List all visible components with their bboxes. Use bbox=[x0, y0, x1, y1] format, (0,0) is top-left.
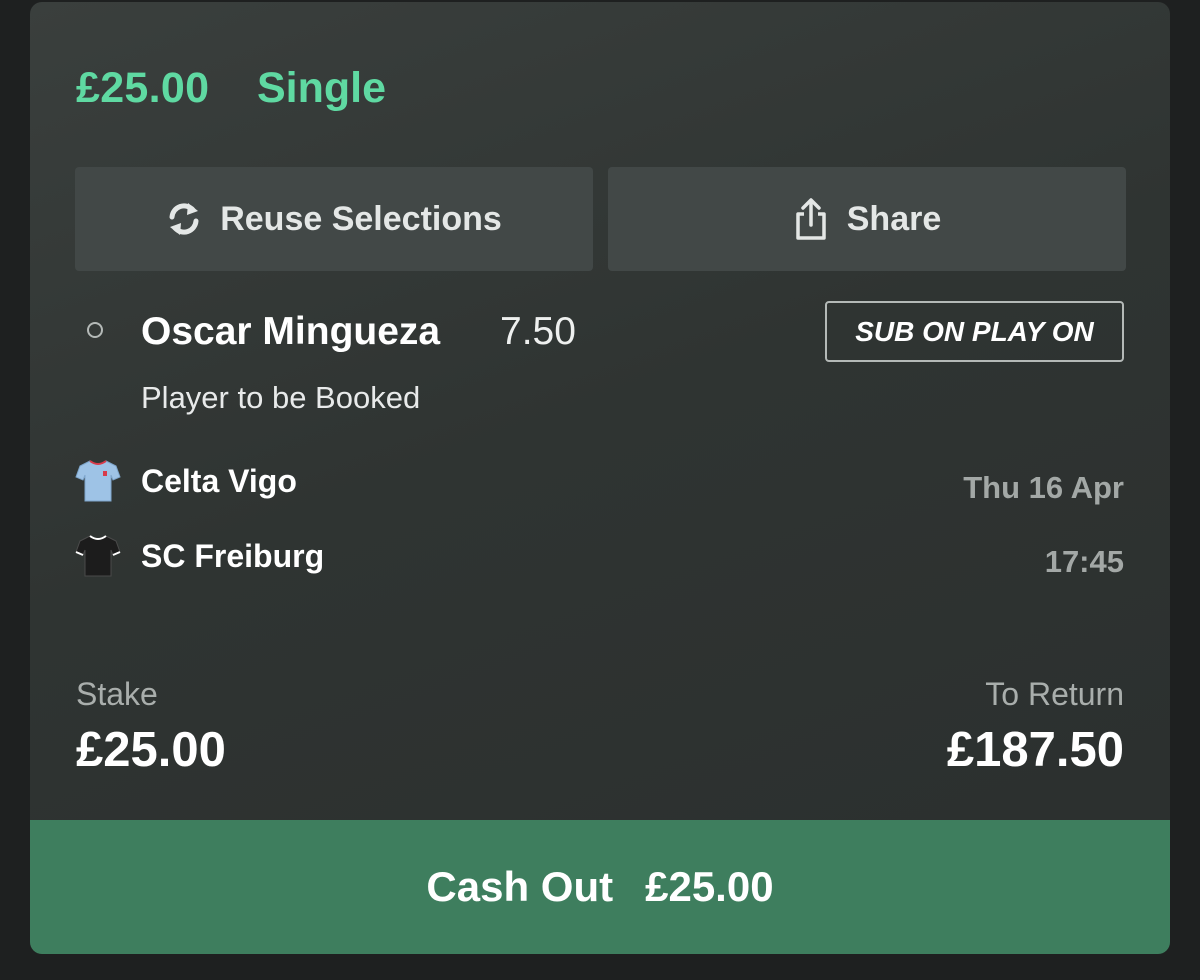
away-team-name: SC Freiburg bbox=[141, 537, 325, 574]
bet-type: Single bbox=[257, 64, 387, 112]
away-kit-shirt-icon bbox=[74, 532, 122, 580]
reuse-selections-label: Reuse Selections bbox=[220, 199, 502, 238]
home-kit-shirt-icon bbox=[74, 457, 122, 505]
bet-stake-header: £25.00 bbox=[76, 64, 210, 112]
stake-value: £25.00 bbox=[76, 723, 226, 777]
home-team-row: Celta Vigo bbox=[74, 457, 297, 505]
to-return-value: £187.50 bbox=[946, 723, 1124, 777]
event-date: Thu 16 Apr bbox=[963, 470, 1124, 505]
bet-card: £25.00 Single Reuse Selections Share Osc… bbox=[30, 2, 1170, 954]
away-team-row: SC Freiburg bbox=[74, 532, 324, 580]
reuse-selections-button[interactable]: Reuse Selections bbox=[75, 167, 593, 271]
share-label: Share bbox=[846, 199, 942, 238]
cash-out-amount: £25.00 bbox=[645, 863, 774, 910]
refresh-icon bbox=[166, 199, 202, 239]
market-name: Player to be Booked bbox=[141, 380, 421, 415]
stake-label: Stake bbox=[76, 676, 158, 712]
share-button[interactable]: Share bbox=[608, 167, 1126, 271]
sub-on-play-on-badge: SUB ON PLAY ON bbox=[825, 301, 1124, 362]
selection-status-icon bbox=[87, 322, 103, 338]
share-icon bbox=[793, 197, 829, 241]
event-time: 17:45 bbox=[1044, 544, 1124, 579]
cash-out-button[interactable]: Cash Out £25.00 bbox=[30, 820, 1170, 954]
home-team-name: Celta Vigo bbox=[141, 462, 297, 499]
cash-out-label: Cash Out bbox=[426, 863, 614, 910]
selection-odds: 7.50 bbox=[500, 310, 576, 353]
to-return-label: To Return bbox=[985, 676, 1124, 712]
selection-name: Oscar Mingueza bbox=[141, 310, 441, 353]
